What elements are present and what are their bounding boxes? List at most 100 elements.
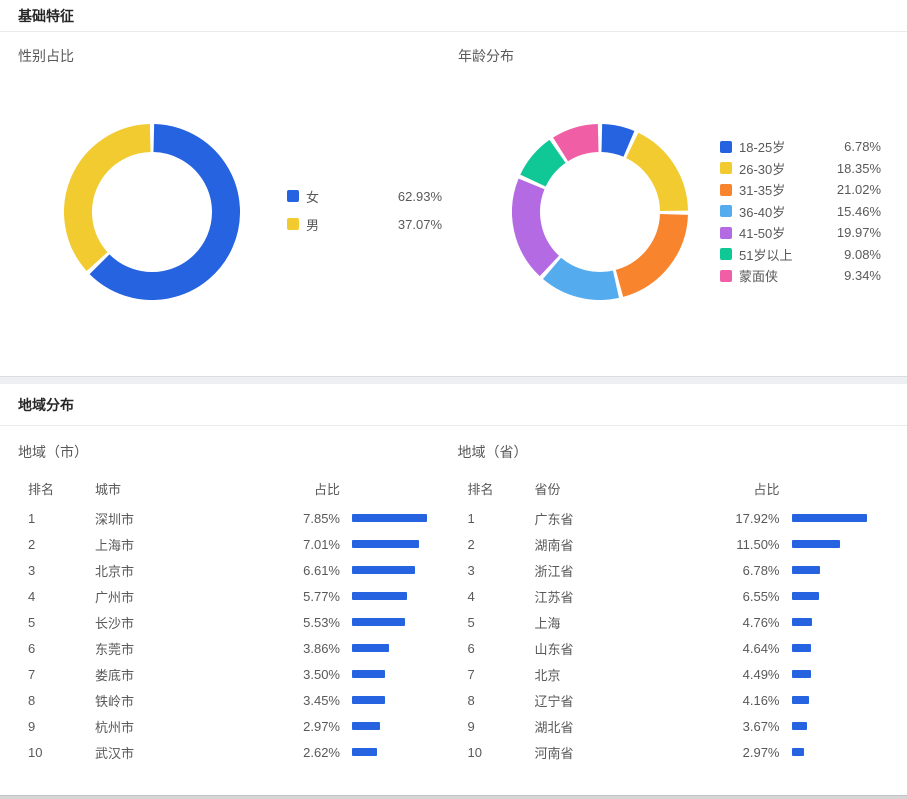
legend-item[interactable]: 31-35岁21.02%	[720, 179, 881, 201]
name-cell: 广东省	[535, 509, 690, 528]
header-pct: 占比	[250, 479, 340, 498]
rank-cell: 7	[28, 667, 95, 682]
city-table-rows: 1深圳市7.85%2上海市7.01%3北京市6.61%4广州市5.77%5长沙市…	[28, 505, 468, 765]
donut-segment-31-35岁[interactable]	[619, 214, 673, 283]
pct-bar	[352, 722, 380, 730]
legend-item[interactable]: 51岁以上9.08%	[720, 244, 881, 266]
name-cell: 山东省	[535, 639, 690, 658]
header-pct: 占比	[690, 479, 780, 498]
pct-bar	[352, 748, 377, 756]
donut-segment-26-30岁[interactable]	[632, 145, 674, 210]
age-chart-title: 年龄分布	[458, 46, 514, 66]
charts-row: 性别占比 年龄分布 女 62.93% 男37.07% 18-25岁6.78%26-3…	[0, 32, 907, 376]
donut-segment-男[interactable]	[78, 138, 150, 262]
rank-cell: 2	[468, 537, 535, 552]
pct-cell: 7.85%	[250, 511, 340, 526]
rank-cell: 3	[468, 563, 535, 578]
table-row: 8辽宁省4.16%	[468, 687, 907, 713]
city-table-panel: 地域（市） 排名 城市 占比 1深圳市7.85%2上海市7.01%3北京市6.6…	[28, 426, 468, 765]
pct-bar	[792, 670, 811, 678]
legend-item[interactable]: 26-30岁18.35%	[720, 158, 881, 180]
donut-segment-蒙面侠[interactable]	[561, 138, 599, 149]
donut-segment-51岁以上[interactable]	[533, 151, 558, 180]
table-row: 4广州市5.77%	[28, 583, 468, 609]
pct-cell: 5.77%	[250, 589, 340, 604]
province-table-rows: 1广东省17.92%2湖南省11.50%3浙江省6.78%4江苏省6.55%5上…	[468, 505, 907, 765]
legend-swatch-icon	[720, 248, 732, 260]
header-province: 省份	[535, 479, 690, 498]
legend-swatch-icon	[720, 184, 732, 196]
name-cell: 武汉市	[95, 743, 250, 762]
rank-cell: 9	[28, 719, 95, 734]
gender-chart-title: 性别占比	[18, 46, 74, 66]
pct-cell: 3.67%	[690, 719, 780, 734]
name-cell: 北京	[535, 665, 690, 684]
page-bottom-edge	[0, 795, 907, 799]
legend-item[interactable]: 41-50岁19.97%	[720, 222, 881, 244]
pct-bar	[352, 540, 419, 548]
pct-cell: 5.53%	[250, 615, 340, 630]
legend-item[interactable]: 女 62.93%	[287, 182, 442, 210]
rank-cell: 9	[468, 719, 535, 734]
legend-item[interactable]: 蒙面侠9.34%	[720, 265, 881, 287]
legend-swatch-icon	[287, 190, 299, 202]
legend-value: 6.78%	[844, 139, 881, 154]
legend-swatch-icon	[720, 227, 732, 239]
pct-bar	[792, 514, 867, 522]
pct-cell: 2.62%	[250, 745, 340, 760]
pct-cell: 3.86%	[250, 641, 340, 656]
legend-label: 女	[306, 187, 319, 206]
table-row: 2上海市7.01%	[28, 531, 468, 557]
rank-cell: 8	[28, 693, 95, 708]
name-cell: 娄底市	[95, 665, 250, 684]
city-table-header: 排名 城市 占比	[28, 475, 468, 501]
name-cell: 浙江省	[535, 561, 690, 580]
pct-cell: 17.92%	[690, 511, 780, 526]
pct-bar	[792, 592, 819, 600]
pct-cell: 6.55%	[690, 589, 780, 604]
legend-value: 15.46%	[837, 204, 881, 219]
rank-cell: 1	[28, 511, 95, 526]
rank-cell: 5	[468, 615, 535, 630]
name-cell: 东莞市	[95, 639, 250, 658]
rank-cell: 2	[28, 537, 95, 552]
name-cell: 杭州市	[95, 717, 250, 736]
table-row: 7北京4.49%	[468, 661, 907, 687]
legend-value: 62.93%	[398, 189, 442, 204]
name-cell: 湖南省	[535, 535, 690, 554]
legend-item[interactable]: 36-40岁15.46%	[720, 201, 881, 223]
donut-segment-36-40岁[interactable]	[552, 268, 616, 286]
name-cell: 上海市	[95, 535, 250, 554]
pct-bar	[352, 644, 389, 652]
pct-cell: 6.61%	[250, 563, 340, 578]
name-cell: 北京市	[95, 561, 250, 580]
pct-bar	[352, 592, 407, 600]
donut-segment-41-50岁[interactable]	[526, 184, 549, 266]
name-cell: 江苏省	[535, 587, 690, 606]
table-row: 2湖南省11.50%	[468, 531, 907, 557]
gender-legend: 女 62.93% 男37.07%	[287, 182, 442, 238]
gender-donut-chart[interactable]	[64, 124, 240, 300]
header-rank: 排名	[28, 479, 95, 498]
donut-segment-18-25岁[interactable]	[602, 138, 629, 144]
pct-cell: 2.97%	[250, 719, 340, 734]
pct-cell: 4.76%	[690, 615, 780, 630]
pct-bar	[792, 644, 811, 652]
legend-swatch-icon	[720, 205, 732, 217]
rank-cell: 4	[468, 589, 535, 604]
legend-value: 18.35%	[837, 161, 881, 176]
pct-bar	[792, 566, 820, 574]
table-row: 6山东省4.64%	[468, 635, 907, 661]
legend-value: 19.97%	[837, 225, 881, 240]
table-row: 1深圳市7.85%	[28, 505, 468, 531]
age-donut-chart[interactable]	[512, 124, 688, 300]
legend-item[interactable]: 男37.07%	[287, 210, 442, 238]
basic-features-card: 基础特征 性别占比 年龄分布 女62.93%男37.07% 18-25岁6.78…	[0, 0, 907, 376]
table-row: 10河南省2.97%	[468, 739, 907, 765]
rank-cell: 7	[468, 667, 535, 682]
pct-bar	[792, 748, 804, 756]
legend-item[interactable]: 18-25岁6.78%	[720, 136, 881, 158]
province-table-title: 地域（省）	[458, 442, 907, 462]
legend-swatch-icon	[720, 141, 732, 153]
table-row: 5上海4.76%	[468, 609, 907, 635]
